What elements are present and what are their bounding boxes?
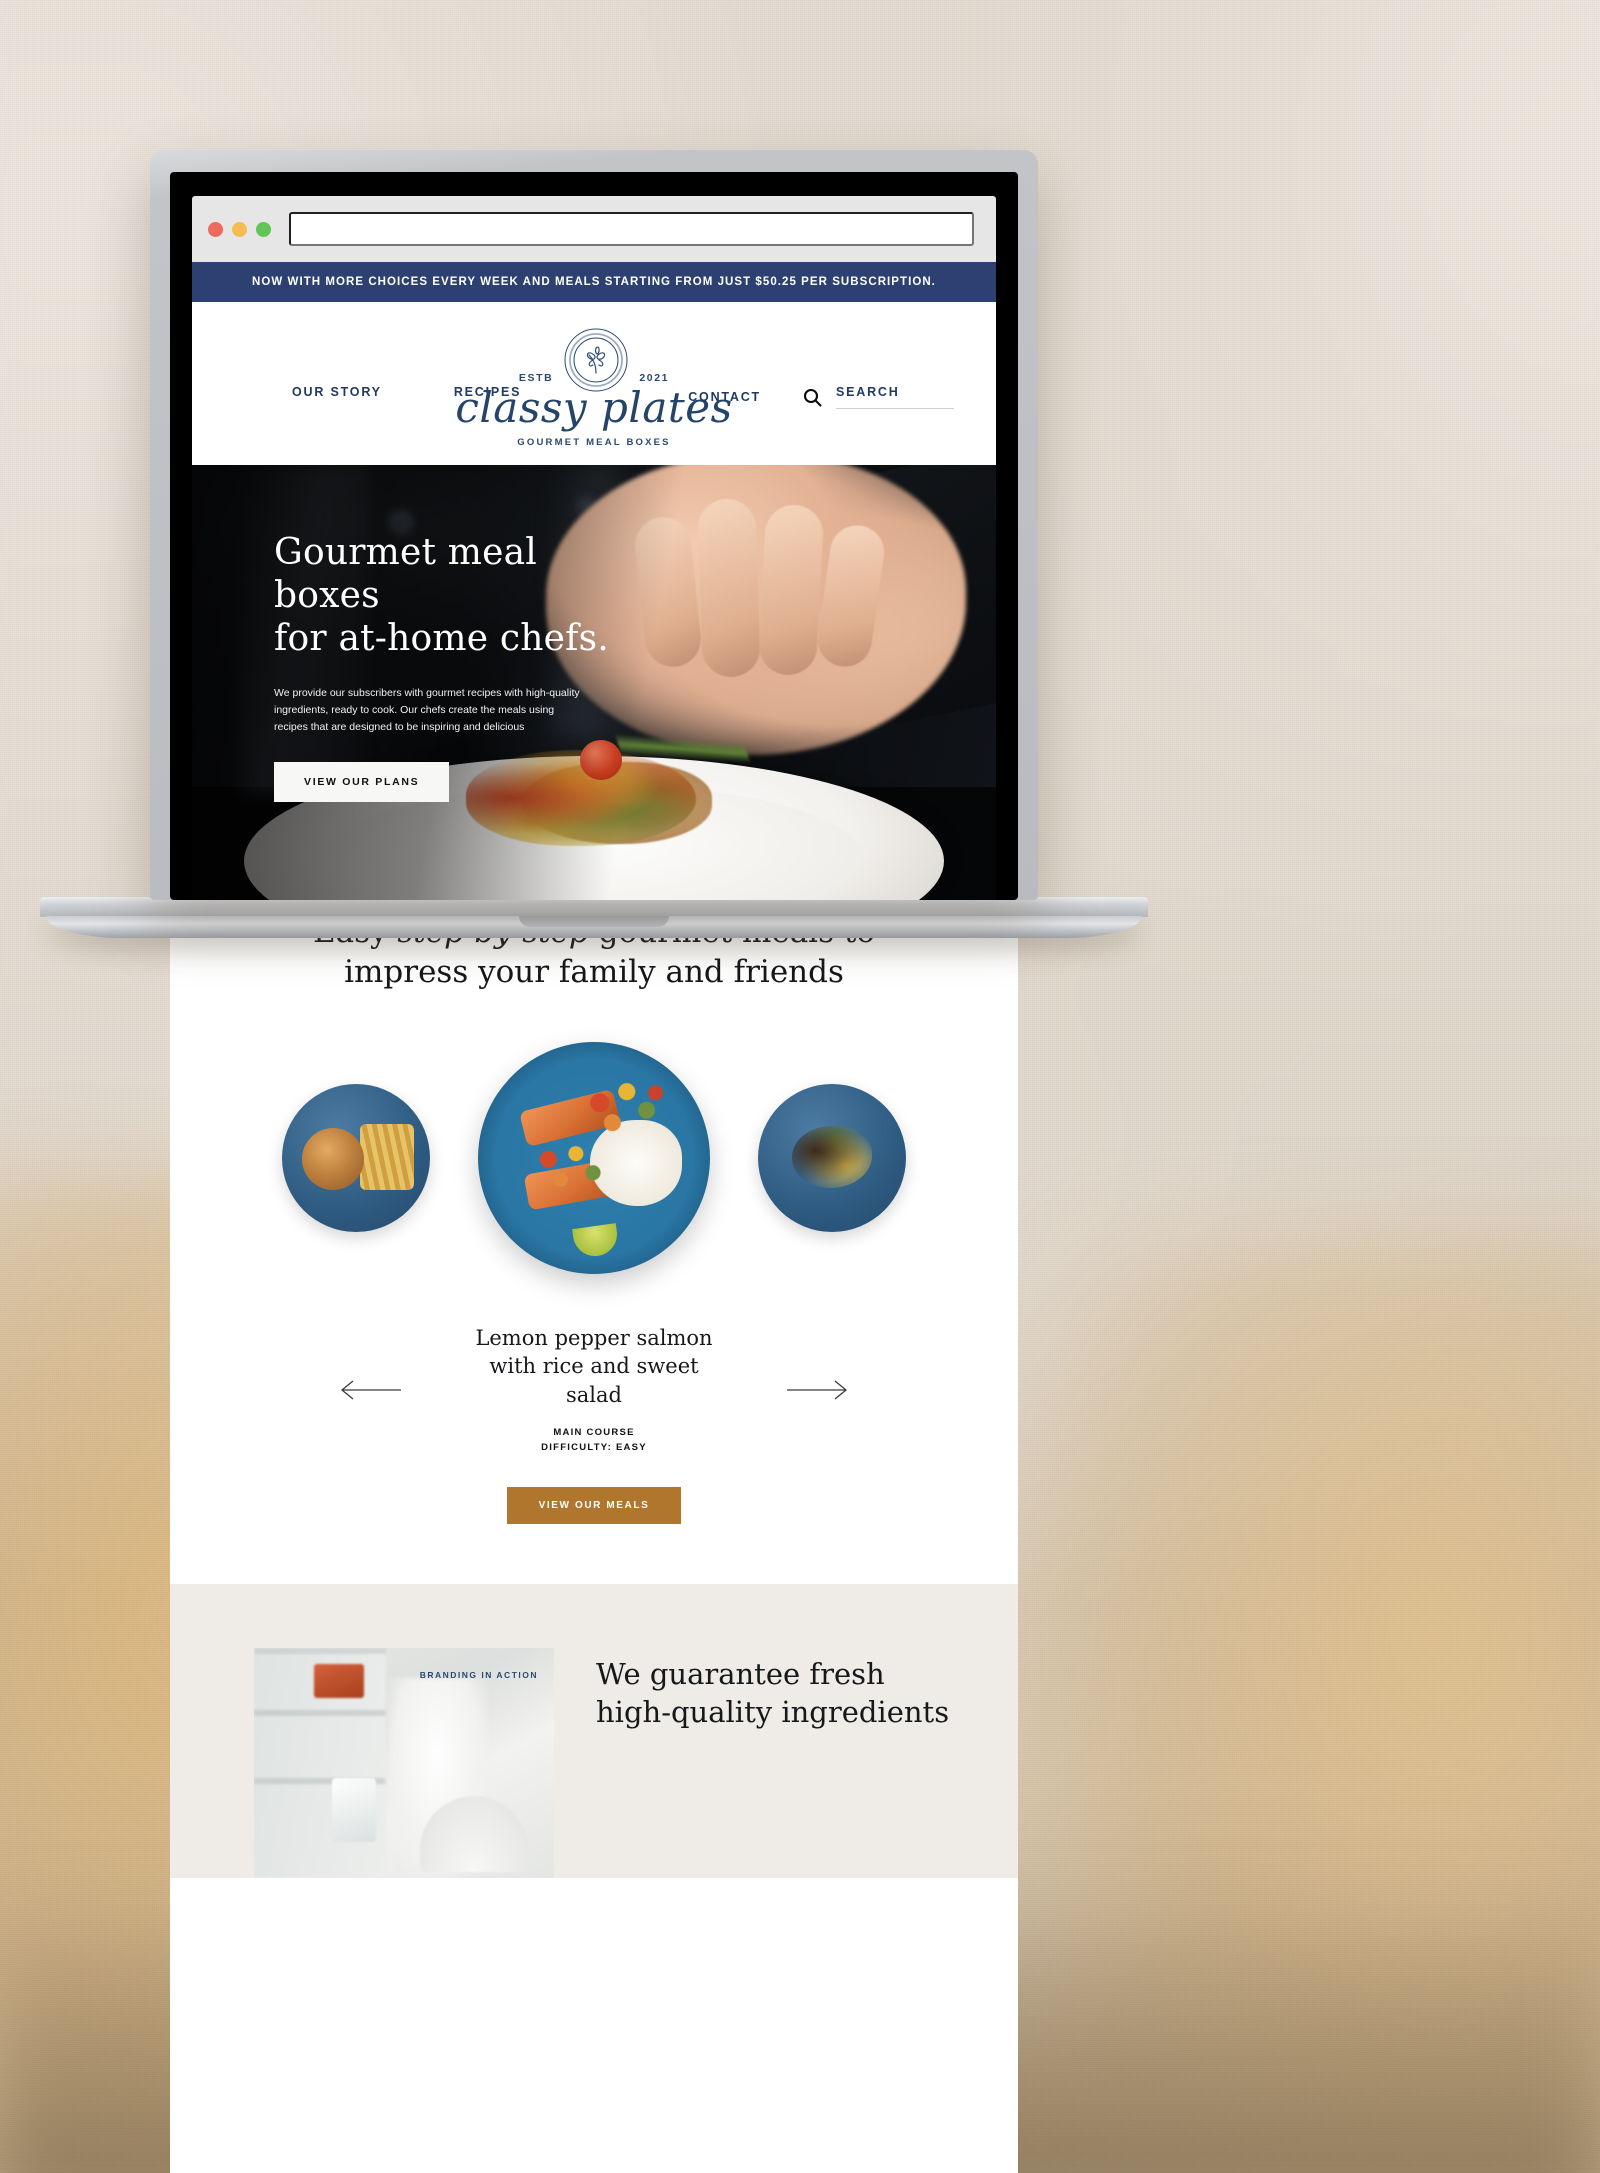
hero-title: Gourmet meal boxes for at-home chefs. (274, 531, 614, 661)
hero-paragraph: We provide our subscribers with gourmet … (274, 686, 580, 733)
address-bar[interactable] (289, 212, 974, 246)
hero-content: Gourmet meal boxes for at-home chefs. We… (274, 531, 614, 802)
hero-title-line1: Gourmet meal boxes (274, 532, 537, 617)
sweet-salad-bottom (526, 1138, 612, 1195)
website-lower-sections: Easy step-by-step gourmet meals to impre… (150, 835, 1038, 2173)
branding-in-action-label: BRANDING IN ACTION (419, 1670, 538, 1681)
nav-item-contact[interactable]: CONTACT (688, 390, 761, 404)
hero-title-line2: for at-home chefs. (274, 618, 609, 660)
dish-image-featured[interactable] (478, 1042, 710, 1275)
hero-section: Gourmet meal boxes for at-home chefs. We… (192, 465, 996, 900)
search-icon[interactable] (803, 388, 822, 407)
dish-name-line2: with rice and sweet salad (489, 1354, 699, 1407)
glass-jar (332, 1778, 376, 1843)
primary-navigation-right: CONTACT (688, 385, 954, 409)
arrow-right-icon (787, 1380, 848, 1400)
lime-wedge (572, 1223, 620, 1260)
window-controls (208, 221, 271, 237)
dish-meta: MAIN COURSE DIFFICULTY: EASY (459, 1425, 729, 1455)
website-viewport: NOW WITH MORE CHOICES EVERY WEEK AND MEA… (192, 262, 996, 900)
view-our-meals-button[interactable]: VIEW OUR MEALS (506, 1487, 682, 1525)
view-our-plans-button[interactable]: VIEW OUR PLANS (274, 761, 450, 802)
guarantee-heading-line1: We guarantee fresh (596, 1657, 885, 1692)
laptop-base (40, 897, 1148, 941)
dish-thumbnail-next[interactable] (758, 1084, 906, 1233)
close-window-button[interactable] (208, 221, 223, 237)
carousel-prev-button[interactable] (339, 1379, 403, 1401)
laptop-mockup: NOW WITH MORE CHOICES EVERY WEEK AND MEA… (40, 150, 1148, 938)
minimize-window-button[interactable] (232, 221, 247, 237)
laptop-screen: NOW WITH MORE CHOICES EVERY WEEK AND MEA… (170, 172, 1018, 900)
dish-name-line1: Lemon pepper salmon (475, 1326, 713, 1351)
carousel-next-button[interactable] (785, 1379, 849, 1401)
laptop-base-top (40, 897, 1148, 917)
dish-course: MAIN COURSE (553, 1426, 635, 1438)
guarantee-heading: We guarantee fresh high-quality ingredie… (596, 1656, 949, 1731)
logo-established-year: 2021 (639, 371, 670, 384)
search-input[interactable] (836, 385, 954, 409)
announcement-bar: NOW WITH MORE CHOICES EVERY WEEK AND MEA… (192, 262, 996, 302)
nav-item-our-story[interactable]: OUR STORY (292, 385, 382, 399)
laptop-base-notch (519, 916, 669, 927)
browser-toolbar (192, 196, 996, 262)
arrow-left-icon (340, 1380, 401, 1400)
carousel-caption: Lemon pepper salmon with rice and sweet … (170, 1324, 1018, 1455)
search-area (803, 385, 954, 409)
guarantee-section: BRANDING IN ACTION We guarantee fresh hi… (170, 1584, 1018, 1879)
dish-caption-block: Lemon pepper salmon with rice and sweet … (459, 1324, 729, 1455)
dish-difficulty: DIFFICULTY: EASY (541, 1441, 647, 1453)
guarantee-text: We guarantee fresh high-quality ingredie… (596, 1648, 949, 1731)
maximize-window-button[interactable] (256, 221, 271, 237)
logo-established-label: ESTB (518, 371, 554, 384)
dish-thumbnail-previous[interactable] (282, 1084, 430, 1233)
logo-tagline: GOURMET MEAL BOXES (517, 437, 671, 449)
laptop-lid: NOW WITH MORE CHOICES EVERY WEEK AND MEA… (150, 150, 1038, 900)
showcase-section: Easy step-by-step gourmet meals to impre… (170, 835, 1018, 1584)
site-header: OUR STORY RECIPES ESTB 2021 classy plate… (192, 302, 996, 465)
sweet-salad-top (580, 1078, 670, 1141)
dish-carousel-plates (170, 1042, 1018, 1275)
guarantee-heading-line2: high-quality ingredients (596, 1694, 950, 1729)
kitchen-photo: BRANDING IN ACTION (254, 1648, 554, 1879)
dish-name: Lemon pepper salmon with rice and sweet … (459, 1324, 729, 1408)
terracotta-pot (314, 1664, 364, 1699)
